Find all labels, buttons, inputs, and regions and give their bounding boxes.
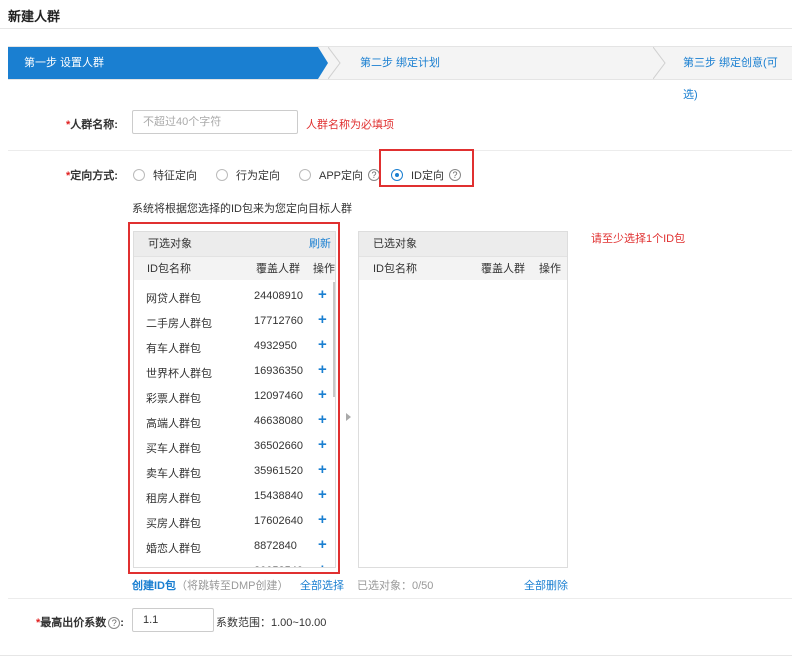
radio-circle-icon <box>299 169 311 181</box>
audience-name-hint: 人群名称为必填项 <box>306 119 394 131</box>
section-divider <box>8 598 792 599</box>
steps-bar: 第一步 设置人群 第二步 绑定计划 第三步 绑定创意(可选) <box>8 46 792 101</box>
step-1-set-audience[interactable]: 第一步 设置人群 <box>8 47 328 79</box>
create-id-package-link[interactable]: 创建ID包 <box>132 580 176 592</box>
radio-circle-icon <box>133 169 145 181</box>
step-2-bind-plan[interactable]: 第二步 绑定计划 <box>360 47 440 79</box>
selected-id-packages-panel: 已选对象 ID包名称 覆盖人群 操作 <box>358 231 568 568</box>
step-divider-icon <box>653 47 666 79</box>
targeting-label: *定向方式: <box>66 170 118 182</box>
delete-all-link[interactable]: 全部删除 <box>524 577 568 593</box>
column-header-name: ID包名称 <box>373 263 417 275</box>
move-right-arrow-icon[interactable] <box>346 413 351 421</box>
id-package-warning: 请至少选择1个ID包 <box>591 233 686 245</box>
page-title: 新建人群 <box>8 9 61 24</box>
column-header-action: 操作 <box>539 263 561 275</box>
radio-app-targeting[interactable]: APP定向 ? <box>299 167 381 183</box>
select-all-link[interactable]: 全部选择 <box>300 577 344 593</box>
selected-column-header: ID包名称 覆盖人群 操作 <box>359 256 567 280</box>
step-divider-icon <box>328 47 341 79</box>
available-list-highlight-box <box>128 222 340 574</box>
selected-panel-title: 已选对象 <box>373 238 417 250</box>
title-divider <box>0 28 792 29</box>
targeting-helper-text: 系统将根据您选择的ID包来为您定向目标人群 <box>132 203 352 215</box>
create-id-package-note: （将跳转至DMP创建） <box>176 580 289 592</box>
audience-name-input[interactable] <box>132 110 298 134</box>
bottom-divider <box>0 655 792 656</box>
bid-coefficient-input[interactable] <box>132 608 214 632</box>
radio-circle-icon <box>216 169 228 181</box>
create-id-package-area: 创建ID包（将跳转至DMP创建） <box>132 577 288 593</box>
id-targeting-highlight-box <box>379 149 474 187</box>
column-header-coverage: 覆盖人群 <box>481 263 525 275</box>
bid-range-text: 系数范围：1.00~10.00 <box>216 617 327 629</box>
audience-name-label: *人群名称: <box>66 119 118 131</box>
selected-count: 已选对象：0/50 <box>357 580 434 592</box>
radio-feature-targeting[interactable]: 特征定向 <box>133 167 197 183</box>
selected-panel-header: 已选对象 <box>359 232 567 256</box>
step-3-bind-creative[interactable]: 第三步 绑定创意(可选) <box>683 47 792 101</box>
bid-coefficient-label: *最高出价系数?: <box>36 617 124 629</box>
help-icon[interactable]: ? <box>108 617 121 629</box>
radio-behavior-targeting[interactable]: 行为定向 <box>216 167 280 183</box>
